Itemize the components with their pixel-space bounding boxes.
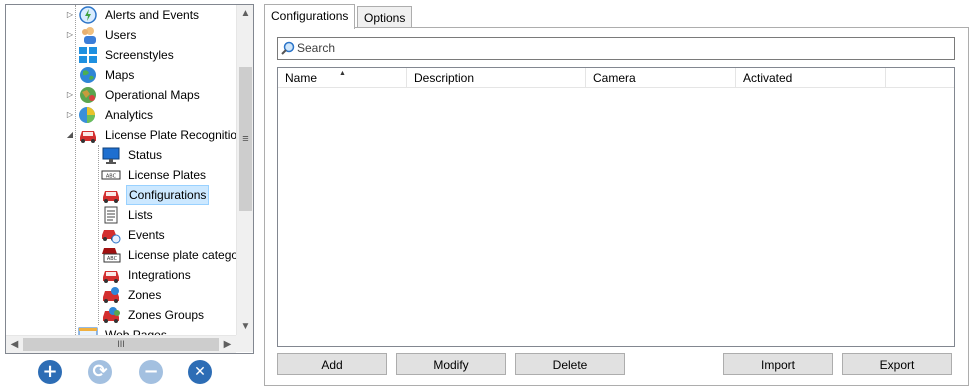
column-header-description[interactable]: Description — [407, 68, 586, 88]
tree-item-label: Web Pages — [105, 328, 167, 335]
car-events-icon — [102, 230, 121, 244]
grip-icon: III — [117, 339, 125, 349]
screenstyles-icon — [79, 47, 97, 63]
expand-arrow-icon[interactable]: ▷ — [64, 85, 76, 105]
modify-button[interactable]: Modify — [396, 353, 506, 375]
grip-icon: ≡ — [242, 133, 249, 145]
navigation-tree-panel: ▷ Alerts and Events ▷ Users Screenstyles… — [5, 4, 254, 354]
configurations-tab-panel: Name ▲ Description Camera Activated Add … — [264, 27, 969, 386]
svg-text:ABC: ABC — [106, 174, 117, 180]
car-icon — [103, 191, 119, 203]
svg-text:ABC: ABC — [107, 256, 118, 262]
add-button[interactable]: Add — [277, 353, 387, 375]
column-header-activated[interactable]: Activated — [736, 68, 886, 88]
scroll-down-icon[interactable]: ▼ — [237, 318, 253, 335]
column-header-label: Activated — [743, 71, 793, 85]
analytics-icon — [79, 107, 95, 123]
tree-item-label: Status — [128, 148, 163, 162]
car-icon — [80, 131, 96, 143]
column-header-label: Description — [414, 71, 475, 85]
tree-item-label: Maps — [105, 68, 135, 82]
column-header-name[interactable]: Name ▲ — [278, 68, 407, 88]
column-header-label: Camera — [593, 71, 636, 85]
expand-arrow-icon — [64, 65, 76, 85]
expand-arrow-icon[interactable]: ▷ — [64, 25, 76, 45]
expand-arrow-icon — [64, 45, 76, 65]
import-button[interactable]: Import — [723, 353, 833, 375]
column-header-label: Name — [285, 71, 318, 85]
scroll-right-icon[interactable]: ▶ — [219, 336, 236, 353]
tree-item-label: Events — [128, 228, 165, 242]
tab-options[interactable]: Options — [357, 6, 413, 29]
scrollbar-corner — [236, 335, 253, 352]
tree-item-label: License plate categor — [128, 248, 236, 262]
tree-item-label: Analytics — [105, 108, 154, 122]
license-plate-icon: ABC — [101, 170, 121, 180]
operational-map-icon — [80, 87, 96, 103]
alert-clock-icon — [79, 6, 97, 24]
sort-ascending-icon: ▲ — [339, 70, 346, 77]
delete-button[interactable]: Delete — [515, 353, 625, 375]
collapse-arrow-icon[interactable]: ◢ — [64, 125, 76, 145]
tree-item-label: Operational Maps — [105, 88, 200, 102]
tree-item-label: Screenstyles — [105, 48, 174, 62]
expand-arrow-icon[interactable]: ▷ — [64, 105, 76, 125]
search-icon — [281, 41, 295, 55]
tree-horizontal-scrollbar[interactable]: ◀ III ▶ — [6, 335, 236, 353]
refresh-button[interactable]: ⟳ — [88, 360, 112, 384]
tree-item-label: Zones Groups — [128, 308, 205, 322]
navigation-tree[interactable]: ▷ Alerts and Events ▷ Users Screenstyles… — [6, 5, 236, 335]
tree-item-label: License Plates — [128, 168, 207, 182]
configurations-table[interactable]: Name ▲ Description Camera Activated — [277, 67, 955, 347]
tab-configurations[interactable]: Configurations — [264, 4, 356, 29]
tree-item-label: Integrations — [128, 268, 191, 282]
search-box[interactable] — [277, 37, 955, 60]
users-icon — [82, 27, 96, 44]
list-document-icon — [104, 206, 118, 224]
column-header-camera[interactable]: Camera — [586, 68, 736, 88]
monitor-icon — [102, 147, 120, 164]
expand-arrow-icon[interactable]: ▷ — [64, 5, 76, 25]
tree-vertical-scrollbar[interactable]: ▲ ≡ ▼ — [236, 5, 253, 335]
tree-item-label: Configurations — [126, 185, 210, 205]
car-zone-icon — [103, 287, 119, 303]
tree-item-label: Zones — [128, 288, 162, 302]
tree-connector-line — [98, 145, 99, 325]
search-input[interactable] — [297, 39, 947, 56]
globe-icon — [80, 67, 96, 83]
tree-item-label: Lists — [128, 208, 153, 222]
web-pages-icon — [78, 327, 98, 335]
export-button[interactable]: Export — [842, 353, 952, 375]
tree-item-label: License Plate Recognition — [105, 128, 236, 142]
tree-item-label: Alerts and Events — [105, 8, 200, 22]
delete-item-button[interactable]: ✕ — [188, 360, 212, 384]
scroll-up-icon[interactable]: ▲ — [237, 5, 253, 22]
add-item-button[interactable]: + — [38, 360, 62, 384]
tree-item-label: Users — [105, 28, 137, 42]
car-zone-group-icon — [103, 307, 120, 323]
car-icon — [103, 271, 119, 283]
remove-item-button[interactable]: − — [139, 360, 163, 384]
column-header-filler — [886, 68, 954, 88]
plate-category-icon: ABC — [102, 248, 121, 263]
